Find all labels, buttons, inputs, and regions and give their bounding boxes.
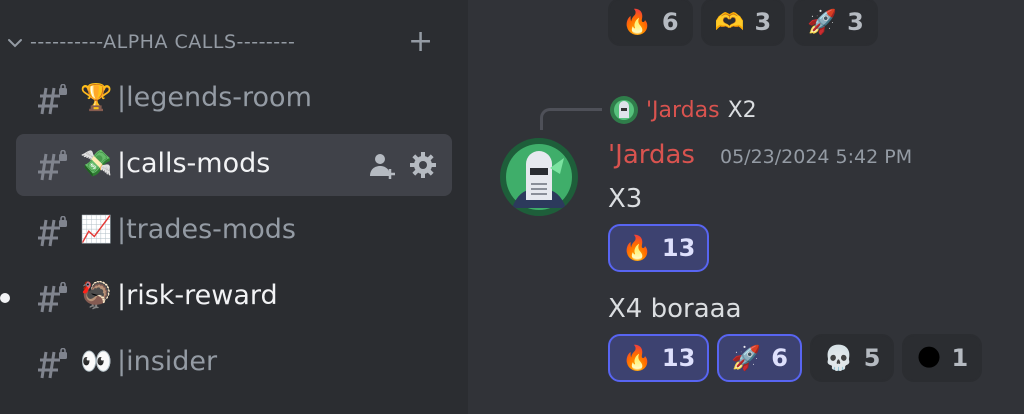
channel-name: |risk-reward xyxy=(117,280,278,311)
message-text-2: X4 boraaa xyxy=(608,294,742,324)
message-reactions-2: 🔥 13 🚀 6 💀 5 🌑 1 xyxy=(608,334,983,382)
reaction-moon[interactable]: 🌑 1 xyxy=(902,334,983,382)
create-channel-button[interactable]: + xyxy=(408,27,433,57)
channel-insider[interactable]: 👀 |insider xyxy=(16,332,452,394)
reaction-fire[interactable]: 🔥 13 xyxy=(608,224,710,272)
message-timestamp: 05/23/2024 5:42 PM xyxy=(720,146,913,168)
reaction-count: 6 xyxy=(661,8,679,36)
reaction-heart-hands[interactable]: 🫶 3 xyxy=(700,0,786,46)
channel-emoji: 💸 xyxy=(80,149,113,179)
reaction-count: 1 xyxy=(951,344,969,372)
chevron-down-icon xyxy=(8,39,22,48)
channel-risk-reward[interactable]: 🦃 |risk-reward xyxy=(16,266,452,328)
fire-emoji: 🔥 xyxy=(622,344,652,372)
channel-legends-room[interactable]: 🏆 |legends-room xyxy=(16,68,452,130)
locked-text-channel-icon xyxy=(38,348,67,379)
invite-user-icon[interactable] xyxy=(368,150,398,180)
reaction-count: 3 xyxy=(754,8,772,36)
channel-name: |trades-mods xyxy=(117,214,296,245)
reply-author[interactable]: 'Jardas xyxy=(646,98,720,123)
fire-emoji: 🔥 xyxy=(622,8,652,36)
message-reactions-1: 🔥 13 xyxy=(608,224,710,272)
channel-name: |legends-room xyxy=(117,82,312,113)
reaction-count: 5 xyxy=(863,344,881,372)
skull-emoji: 💀 xyxy=(823,344,854,372)
category-alpha-calls[interactable]: ----------ALPHA CALLS-------- + xyxy=(0,22,468,62)
channel-calls-mods[interactable]: 💸 |calls-mods xyxy=(16,134,452,196)
reaction-rocket[interactable]: 🚀 6 xyxy=(717,334,802,382)
reaction-count: 13 xyxy=(661,344,696,372)
moon-emoji: 🌑 xyxy=(916,344,942,372)
channel-sidebar: ----------ALPHA CALLS-------- + 🏆 |legen… xyxy=(0,0,468,414)
rocket-emoji: 🚀 xyxy=(807,8,838,36)
heart-hands-emoji: 🫶 xyxy=(714,8,745,36)
channel-emoji: 🏆 xyxy=(80,83,113,113)
channel-name: |calls-mods xyxy=(117,148,271,179)
channel-name: |insider xyxy=(117,346,218,377)
gear-icon[interactable] xyxy=(408,150,438,180)
locked-text-channel-icon xyxy=(38,282,67,313)
locked-text-channel-icon xyxy=(38,84,67,115)
channel-emoji: 🦃 xyxy=(80,281,113,311)
reaction-count: 3 xyxy=(847,8,864,36)
reaction-skull[interactable]: 💀 5 xyxy=(809,334,895,382)
message-text-1: X3 xyxy=(608,184,643,214)
locked-text-channel-icon xyxy=(38,150,67,181)
message-author[interactable]: 'Jardas xyxy=(608,140,695,170)
reaction-fire[interactable]: 🔥 6 xyxy=(608,0,693,46)
reply-avatar xyxy=(610,96,638,124)
category-label: ----------ALPHA CALLS-------- xyxy=(30,31,296,53)
reply-reference[interactable]: 'Jardas X2 xyxy=(610,96,757,124)
locked-text-channel-icon xyxy=(38,216,67,247)
unread-indicator xyxy=(0,293,10,303)
previous-message-reactions: 🔥 6 🫶 3 🚀 3 xyxy=(608,0,878,46)
rocket-emoji: 🚀 xyxy=(731,344,762,372)
chat-area: 🔥 6 🫶 3 🚀 3 'Jardas X2 'Jardas 05/23/202… xyxy=(468,0,1024,414)
reply-connector xyxy=(540,108,602,130)
channel-emoji: 📈 xyxy=(80,215,113,245)
channel-emoji: 👀 xyxy=(80,347,113,377)
fire-emoji: 🔥 xyxy=(622,234,652,262)
author-avatar[interactable] xyxy=(500,138,578,216)
reaction-count: 6 xyxy=(771,344,788,372)
reaction-fire[interactable]: 🔥 13 xyxy=(608,334,710,382)
reply-text: X2 xyxy=(727,97,757,123)
channel-trades-mods[interactable]: 📈 |trades-mods xyxy=(16,200,452,262)
reaction-rocket[interactable]: 🚀 3 xyxy=(793,0,878,46)
reaction-count: 13 xyxy=(661,234,696,262)
